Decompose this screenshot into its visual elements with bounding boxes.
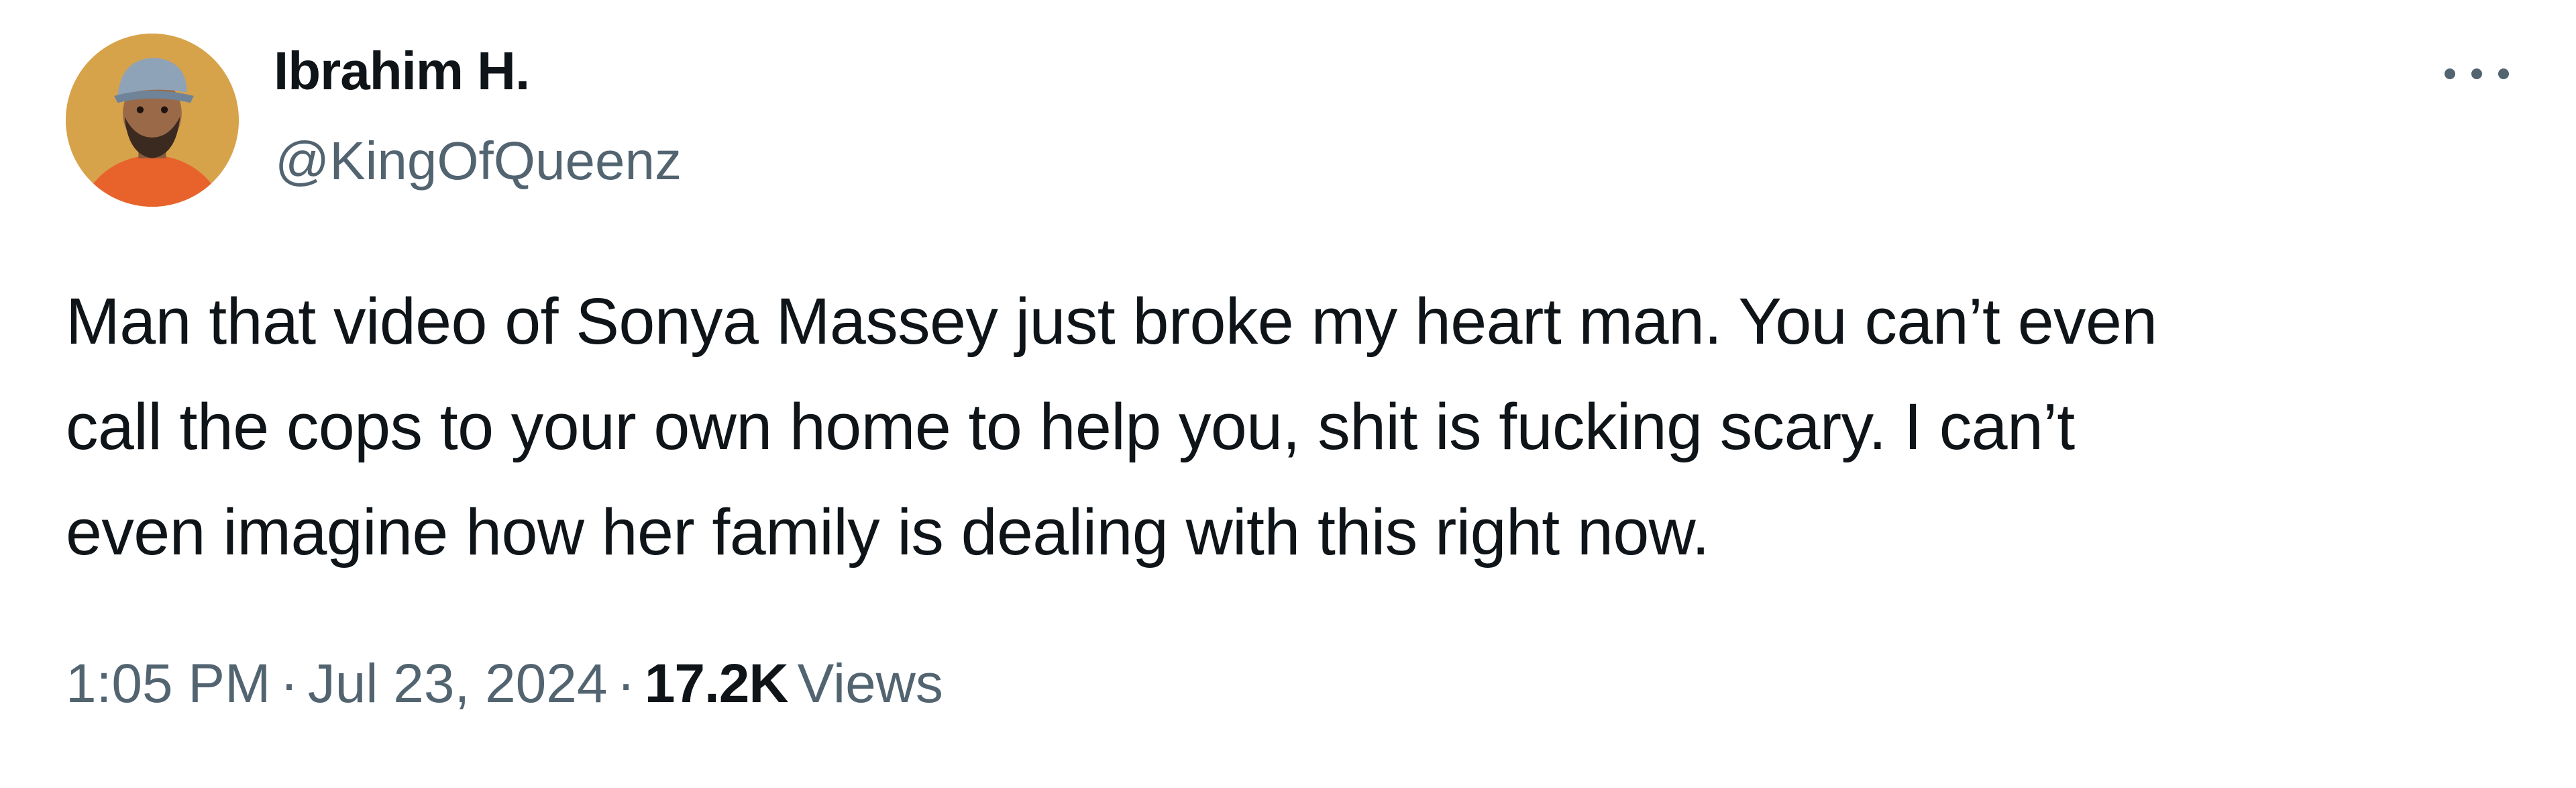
tweet-text-line: call the cops to your own home to help y…	[66, 390, 2075, 463]
avatar[interactable]	[66, 34, 239, 207]
ellipsis-icon	[2445, 68, 2455, 79]
meta-separator: ·	[616, 653, 635, 714]
views-label[interactable]: Views	[798, 653, 943, 714]
tweet-text: Man that video of Sonya Massey just brok…	[66, 268, 2548, 585]
tweet-meta: 1:05 PM · Jul 23, 2024 · 17.2K Views	[66, 656, 943, 711]
tweet-text-line: Man that video of Sonya Massey just brok…	[66, 285, 2157, 358]
profile-photo-icon	[66, 34, 239, 207]
tweet-text-line: even imagine how her family is dealing w…	[66, 495, 1710, 569]
author-name[interactable]: Ibrahim H.	[274, 44, 530, 98]
author-handle[interactable]: @KingOfQueenz	[275, 134, 682, 188]
views-count[interactable]: 17.2K	[645, 653, 789, 714]
ellipsis-icon-dot	[2471, 68, 2482, 79]
ellipsis-icon-dot	[2498, 68, 2509, 79]
meta-separator: ·	[280, 653, 299, 714]
more-options-button[interactable]	[2436, 54, 2517, 94]
tweet-date[interactable]: Jul 23, 2024	[308, 653, 608, 714]
tweet-time[interactable]: 1:05 PM	[66, 653, 270, 714]
tweet-card: Ibrahim H. @KingOfQueenz Man that video …	[0, 0, 2576, 788]
